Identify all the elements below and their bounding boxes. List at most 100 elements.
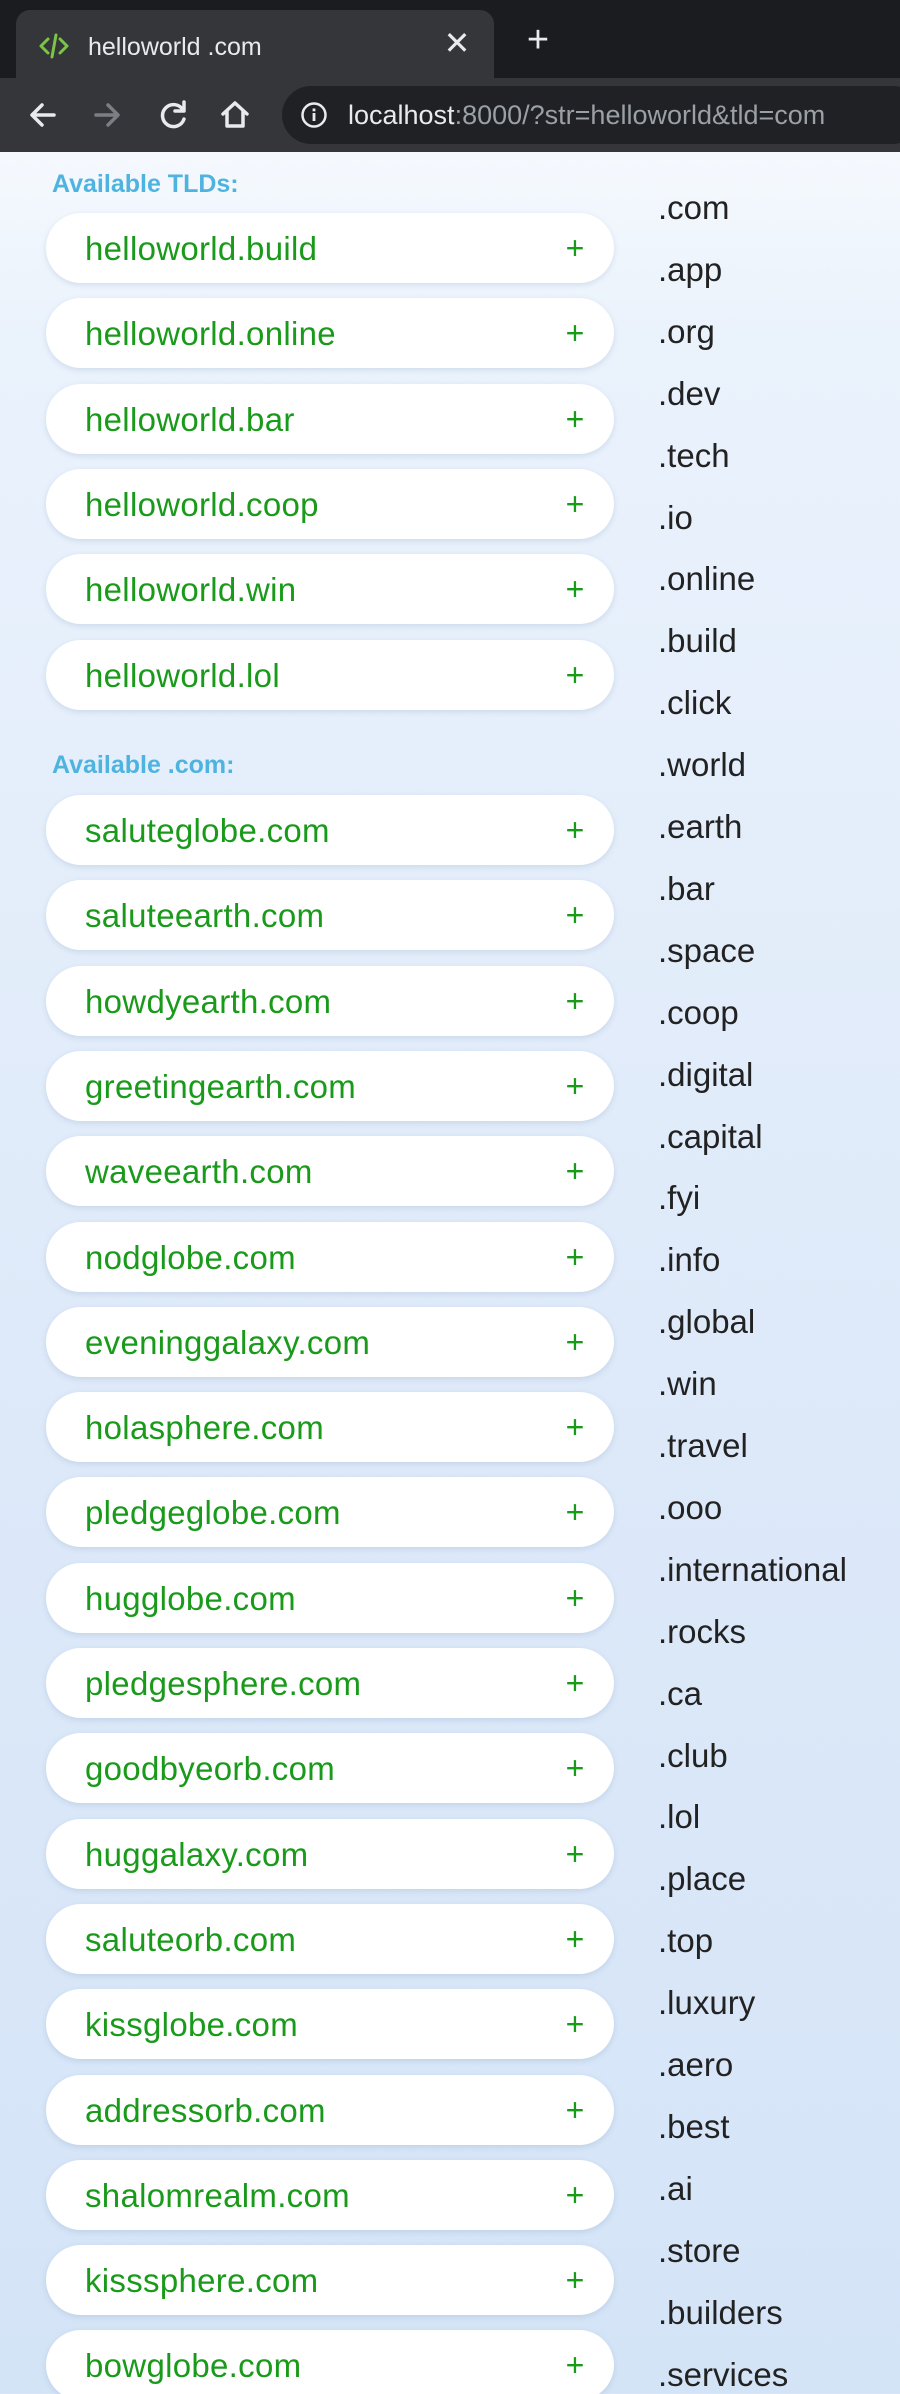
add-domain-button[interactable]: + (558, 811, 592, 849)
tld-item[interactable]: .app (658, 250, 722, 290)
domain-pill[interactable]: goodbyeorb.com + (46, 1733, 614, 1804)
domain-pill[interactable]: helloworld.coop + (46, 468, 614, 539)
domain-pill[interactable]: saluteorb.com + (46, 1903, 614, 1974)
tld-item[interactable]: .world (658, 745, 746, 785)
tld-item[interactable]: .luxury (658, 1983, 755, 2023)
available-tlds-heading: Available TLDs: (52, 170, 239, 198)
home-icon[interactable] (212, 92, 258, 138)
domain-pill[interactable]: pledgesphere.com + (46, 1648, 614, 1718)
domain-name: huggalaxy.com (85, 1835, 309, 1873)
domain-pill[interactable]: saluteearth.com + (46, 880, 614, 951)
add-domain-button[interactable]: + (558, 1835, 592, 1873)
info-icon[interactable] (300, 101, 328, 129)
tld-item[interactable]: .store (658, 2231, 741, 2271)
arrow-left-icon[interactable] (20, 92, 66, 138)
tld-item[interactable]: .capital (658, 1117, 763, 1157)
tld-item[interactable]: .fyi (658, 1178, 700, 1218)
add-domain-button[interactable]: + (558, 656, 592, 694)
domain-pill[interactable]: kissglobe.com + (46, 1989, 614, 2060)
tld-item[interactable]: .com (658, 188, 730, 228)
tld-item[interactable]: .space (658, 931, 755, 971)
tld-item[interactable]: .club (658, 1736, 728, 1776)
add-domain-button[interactable]: + (558, 1323, 592, 1361)
tld-item[interactable]: .ca (658, 1674, 702, 1714)
tld-item[interactable]: .top (658, 1921, 713, 1961)
reload-icon[interactable] (150, 92, 196, 138)
domain-pill[interactable]: nodglobe.com + (46, 1221, 614, 1292)
tld-item[interactable]: .aero (658, 2045, 733, 2085)
domain-pill[interactable]: greetingearth.com + (46, 1050, 614, 1121)
domain-pill[interactable]: helloworld.build + (46, 213, 614, 283)
add-domain-button[interactable]: + (558, 2091, 592, 2129)
domain-pill[interactable]: bowglobe.com + (46, 2330, 614, 2394)
domain-name: goodbyeorb.com (85, 1750, 336, 1788)
tld-item[interactable]: .bar (658, 869, 715, 909)
tld-item[interactable]: .ooo (658, 1488, 722, 1528)
domain-name: kissglobe.com (85, 2006, 298, 2044)
domain-pill[interactable]: shalomrealm.com + (46, 2159, 614, 2230)
add-domain-button[interactable]: + (558, 229, 592, 267)
domain-pill[interactable]: helloworld.win + (46, 554, 614, 625)
tld-item[interactable]: .best (658, 2107, 730, 2147)
add-domain-button[interactable]: + (558, 400, 592, 438)
arrow-right-icon[interactable] (84, 92, 130, 138)
tld-item[interactable]: .digital (658, 1055, 753, 1095)
tld-item[interactable]: .travel (658, 1426, 748, 1466)
add-domain-button[interactable]: + (558, 2005, 592, 2043)
domain-pill[interactable]: addressorb.com + (46, 2074, 614, 2145)
tld-item[interactable]: .io (658, 498, 693, 538)
domain-pill[interactable]: howdyearth.com + (46, 965, 614, 1036)
tld-item[interactable]: .place (658, 1859, 746, 1899)
tld-item[interactable]: .ai (658, 2169, 693, 2209)
domain-pill[interactable]: pledgeglobe.com + (46, 1477, 614, 1548)
add-domain-button[interactable]: + (558, 1238, 592, 1276)
add-domain-button[interactable]: + (558, 570, 592, 608)
tld-item[interactable]: .dev (658, 374, 720, 414)
url-host: localhost (348, 100, 455, 130)
tld-item[interactable]: .rocks (658, 1612, 746, 1652)
add-domain-button[interactable]: + (558, 1067, 592, 1105)
domain-pill[interactable]: huggalaxy.com + (46, 1818, 614, 1889)
add-domain-button[interactable]: + (558, 1579, 592, 1617)
domain-pill[interactable]: holasphere.com + (46, 1392, 614, 1463)
add-domain-button[interactable]: + (558, 2261, 592, 2299)
add-domain-button[interactable]: + (558, 982, 592, 1020)
add-domain-button[interactable]: + (558, 1664, 592, 1702)
domain-pill[interactable]: helloworld.online + (46, 298, 614, 369)
domain-pill[interactable]: saluteglobe.com + (46, 795, 614, 865)
tld-item[interactable]: .coop (658, 993, 739, 1033)
add-domain-button[interactable]: + (558, 1493, 592, 1531)
plus-icon[interactable]: + (520, 21, 556, 59)
tld-item[interactable]: .click (658, 683, 731, 723)
add-domain-button[interactable]: + (558, 1749, 592, 1787)
tld-item[interactable]: .tech (658, 436, 730, 476)
add-domain-button[interactable]: + (558, 896, 592, 934)
tld-item[interactable]: .build (658, 621, 737, 661)
add-domain-button[interactable]: + (558, 2346, 592, 2384)
close-icon[interactable]: ✕ (440, 26, 474, 60)
tld-item[interactable]: .win (658, 1364, 717, 1404)
tld-item[interactable]: .online (658, 559, 755, 599)
add-domain-button[interactable]: + (558, 485, 592, 523)
add-domain-button[interactable]: + (558, 1408, 592, 1446)
browser-tab[interactable]: helloworld .com ✕ (16, 10, 494, 78)
tld-item[interactable]: .info (658, 1240, 720, 1280)
tld-item[interactable]: .international (658, 1550, 847, 1590)
add-domain-button[interactable]: + (558, 1152, 592, 1190)
add-domain-button[interactable]: + (558, 2176, 592, 2214)
tld-item[interactable]: .earth (658, 807, 742, 847)
domain-pill[interactable]: kisssphere.com + (46, 2245, 614, 2316)
tld-item[interactable]: .lol (658, 1797, 700, 1837)
add-domain-button[interactable]: + (558, 1920, 592, 1958)
domain-pill[interactable]: hugglobe.com + (46, 1562, 614, 1633)
domain-pill[interactable]: helloworld.bar + (46, 383, 614, 454)
domain-pill[interactable]: waveearth.com + (46, 1136, 614, 1207)
add-domain-button[interactable]: + (558, 314, 592, 352)
tld-item[interactable]: .global (658, 1302, 755, 1342)
domain-pill[interactable]: eveninggalaxy.com + (46, 1306, 614, 1377)
domain-pill[interactable]: helloworld.lol + (46, 639, 614, 710)
tld-item[interactable]: .builders (658, 2293, 783, 2333)
address-bar[interactable]: localhost:8000/?str=helloworld&tld=com (282, 86, 900, 144)
tld-item[interactable]: .services (658, 2355, 788, 2394)
tld-item[interactable]: .org (658, 312, 715, 352)
